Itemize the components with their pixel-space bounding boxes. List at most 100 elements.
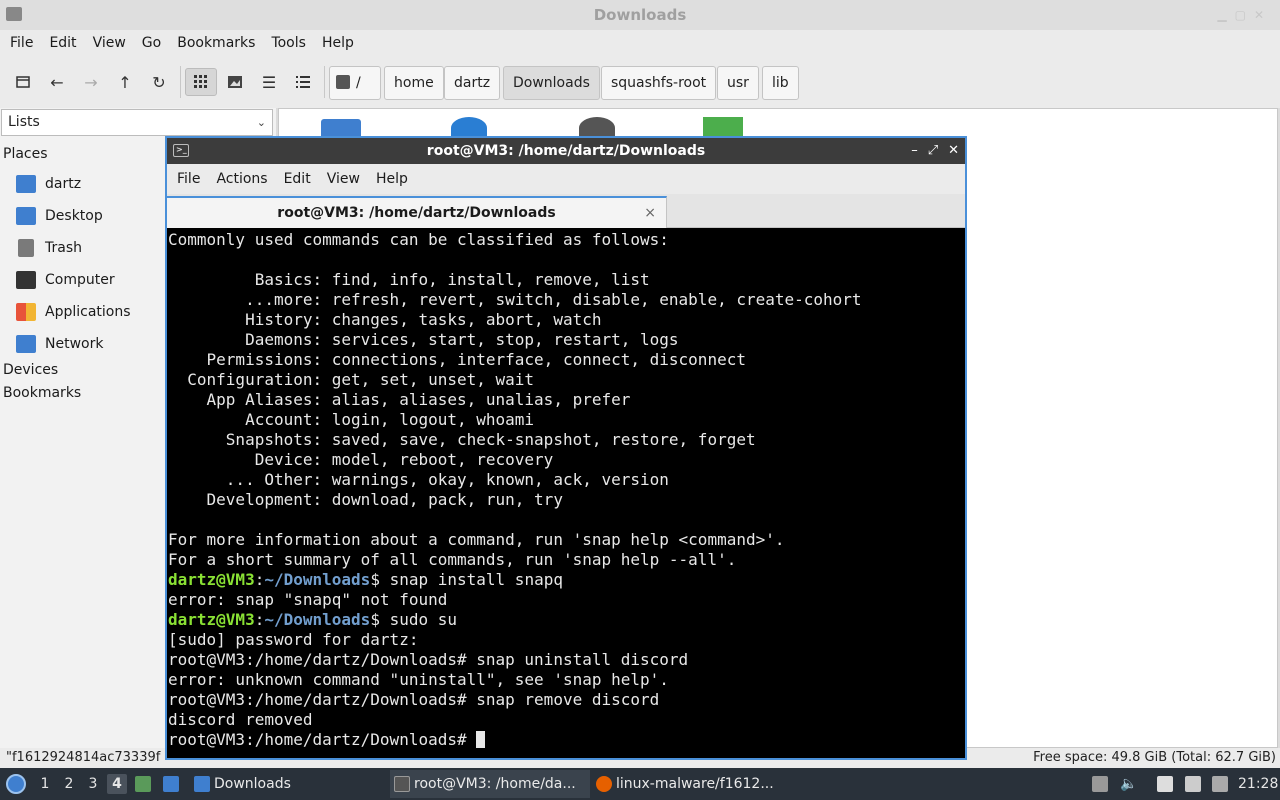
prompt-text: root@VM3:/home/dartz/Downloads# xyxy=(168,730,477,749)
compact-view-icon[interactable]: ☰ xyxy=(256,68,282,96)
up-icon[interactable]: ↑ xyxy=(112,68,138,96)
desktop-switcher-3[interactable]: 3 xyxy=(83,774,103,794)
terminal-menu-edit[interactable]: Edit xyxy=(276,171,319,187)
task-label: Downloads xyxy=(214,776,291,792)
task-label: root@VM3: /home/da... xyxy=(414,776,576,792)
status-selection: "f1612924814ac73339f xyxy=(6,750,161,765)
sidebar-item-applications[interactable]: Applications xyxy=(16,300,131,324)
menu-edit[interactable]: Edit xyxy=(41,35,84,51)
places-heading[interactable]: Places xyxy=(3,146,48,162)
menu-go[interactable]: Go xyxy=(134,35,169,51)
terminal-menu-help[interactable]: Help xyxy=(368,171,416,187)
menu-tools[interactable]: Tools xyxy=(263,35,314,51)
folder-icon xyxy=(6,7,22,21)
minimize-icon[interactable]: – xyxy=(911,138,918,164)
tab-close-icon[interactable]: × xyxy=(644,198,656,228)
desktop-switcher-1[interactable]: 1 xyxy=(35,774,55,794)
menu-help[interactable]: Help xyxy=(314,35,362,51)
sidebar-item-computer[interactable]: Computer xyxy=(16,268,115,292)
terminal-line: Device: model, reboot, recovery xyxy=(168,450,554,469)
forward-icon[interactable]: → xyxy=(78,68,104,96)
terminal-line: Development: download, pack, run, try xyxy=(168,490,563,509)
desktop-switcher-2[interactable]: 2 xyxy=(59,774,79,794)
terminal-menu-file[interactable]: File xyxy=(169,171,208,187)
terminal-line: Basics: find, info, install, remove, lis… xyxy=(168,270,650,289)
terminal-titlebar[interactable]: >_ root@VM3: /home/dartz/Downloads – ⤢ ✕ xyxy=(167,138,965,164)
sidebar-item-dartz[interactable]: dartz xyxy=(16,172,81,196)
volume-icon[interactable]: 🔈 xyxy=(1120,776,1137,792)
side-pane-mode-label: Lists xyxy=(8,114,40,130)
window-controls[interactable]: ▁▢✕ xyxy=(1217,0,1272,30)
notes-icon[interactable] xyxy=(1157,776,1173,792)
icon-view-icon[interactable] xyxy=(185,68,217,96)
breadcrumb-home[interactable]: home xyxy=(384,66,444,100)
terminal-line: root@VM3:/home/dartz/Downloads# xyxy=(168,730,965,750)
drive-icon xyxy=(336,75,350,89)
terminal-line: App Aliases: alias, aliases, unalias, pr… xyxy=(168,390,631,409)
file-manager-menubar: File Edit View Go Bookmarks Tools Help xyxy=(0,30,1280,56)
prompt-separator: : xyxy=(254,570,265,589)
prompt-separator: : xyxy=(254,610,265,629)
terminal-menu-actions[interactable]: Actions xyxy=(208,171,275,187)
sidebar-item-desktop[interactable]: Desktop xyxy=(16,204,103,228)
terminal-line: root@VM3:/home/dartz/Downloads# snap uni… xyxy=(168,650,689,669)
prompt-path: ~/Downloads xyxy=(264,610,371,629)
detailed-list-view-icon[interactable] xyxy=(290,68,316,96)
notes-launcher-icon[interactable] xyxy=(135,776,151,792)
back-icon[interactable]: ← xyxy=(44,68,70,96)
start-menu-icon[interactable] xyxy=(6,774,26,794)
breadcrumb-lib[interactable]: lib xyxy=(762,66,799,100)
desktop-icon xyxy=(16,207,36,225)
network-status-icon[interactable] xyxy=(1185,776,1201,792)
task-terminal[interactable]: root@VM3: /home/da... xyxy=(390,770,590,798)
terminal-menubar: File Actions Edit View Help xyxy=(167,164,965,194)
breadcrumb-root[interactable]: / xyxy=(329,66,381,100)
terminal-line: error: snap "snapq" not found xyxy=(168,590,448,609)
reload-icon[interactable]: ↻ xyxy=(146,68,172,96)
task-downloads[interactable]: Downloads xyxy=(190,770,380,798)
prompt-command: $ sudo su xyxy=(370,610,458,629)
terminal-tab-label: root@VM3: /home/dartz/Downloads xyxy=(277,205,556,221)
terminal-line: For more information about a command, ru… xyxy=(168,530,785,549)
sidebar-item-network[interactable]: Network xyxy=(16,332,103,356)
maximize-icon[interactable]: ⤢ xyxy=(928,138,938,164)
sidebar-item-label: Computer xyxy=(45,272,115,288)
terminal-line: Permissions: connections, interface, con… xyxy=(168,350,746,369)
file-manager-titlebar: Downloads ▁▢✕ xyxy=(0,0,1280,30)
new-tab-icon[interactable] xyxy=(10,68,36,96)
breadcrumb-dartz[interactable]: dartz xyxy=(444,66,501,100)
thumbnail-view-icon[interactable] xyxy=(222,68,248,96)
breadcrumb-squashfs-root[interactable]: squashfs-root xyxy=(601,66,717,100)
clock[interactable]: 21:28 xyxy=(1238,768,1278,800)
side-pane-mode-select[interactable]: Lists ⌄ xyxy=(1,109,273,136)
terminal-tab[interactable]: root@VM3: /home/dartz/Downloads × xyxy=(167,196,667,228)
menu-view[interactable]: View xyxy=(85,35,134,51)
menu-file[interactable]: File xyxy=(2,35,41,51)
prompt-path: ~/Downloads xyxy=(264,570,371,589)
close-icon[interactable]: ✕ xyxy=(948,138,959,164)
breadcrumb-root-label: / xyxy=(356,75,361,91)
terminal-line: History: changes, tasks, abort, watch xyxy=(168,310,602,329)
sidebar-item-label: Desktop xyxy=(45,208,103,224)
clipboard-icon[interactable] xyxy=(1092,776,1108,792)
menu-bookmarks[interactable]: Bookmarks xyxy=(169,35,263,51)
breadcrumb-usr[interactable]: usr xyxy=(717,66,759,100)
window-title: Downloads xyxy=(593,6,687,24)
breadcrumb-downloads[interactable]: Downloads xyxy=(503,66,600,100)
bookmarks-heading[interactable]: Bookmarks xyxy=(3,385,81,401)
terminal-output[interactable]: Commonly used commands can be classified… xyxy=(167,228,965,758)
sidebar-item-label: Network xyxy=(45,336,104,352)
firefox-icon xyxy=(596,776,612,792)
task-firefox[interactable]: linux-malware/f1612... xyxy=(592,770,792,798)
terminal-menu-view[interactable]: View xyxy=(319,171,368,187)
sidebar-item-trash[interactable]: Trash xyxy=(16,236,82,260)
text-cursor xyxy=(476,731,486,748)
keyboard-icon[interactable] xyxy=(1212,776,1228,792)
terminal-icon: >_ xyxy=(173,144,189,157)
file-manager-launcher-icon[interactable] xyxy=(163,776,179,792)
terminal-line: Account: login, logout, whoami xyxy=(168,410,535,429)
devices-heading[interactable]: Devices xyxy=(3,362,58,378)
desktop-switcher-4[interactable]: 4 xyxy=(107,774,127,794)
